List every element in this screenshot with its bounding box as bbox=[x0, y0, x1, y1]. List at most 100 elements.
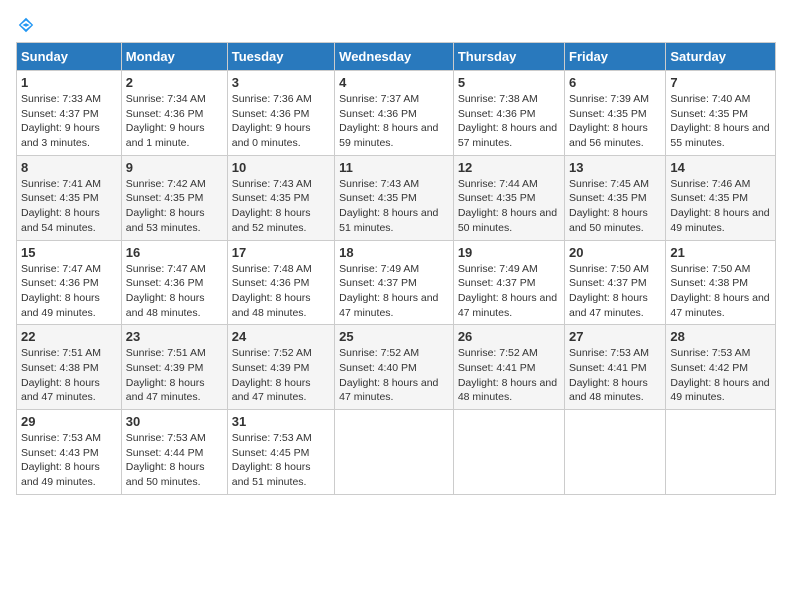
day-info: Sunrise: 7:50 AMSunset: 4:38 PMDaylight:… bbox=[670, 262, 771, 321]
day-info: Sunrise: 7:50 AMSunset: 4:37 PMDaylight:… bbox=[569, 262, 661, 321]
header-wednesday: Wednesday bbox=[335, 43, 454, 71]
day-number: 6 bbox=[569, 75, 661, 90]
day-info: Sunrise: 7:49 AMSunset: 4:37 PMDaylight:… bbox=[458, 262, 560, 321]
calendar-cell: 3Sunrise: 7:36 AMSunset: 4:36 PMDaylight… bbox=[227, 71, 334, 156]
day-info: Sunrise: 7:51 AMSunset: 4:38 PMDaylight:… bbox=[21, 346, 117, 405]
header-sunday: Sunday bbox=[17, 43, 122, 71]
day-info: Sunrise: 7:41 AMSunset: 4:35 PMDaylight:… bbox=[21, 177, 117, 236]
day-info: Sunrise: 7:49 AMSunset: 4:37 PMDaylight:… bbox=[339, 262, 449, 321]
day-info: Sunrise: 7:40 AMSunset: 4:35 PMDaylight:… bbox=[670, 92, 771, 151]
day-number: 11 bbox=[339, 160, 449, 175]
calendar-cell: 10 Sunrise: 7:43 AMSunset: 4:35 PMDayligh… bbox=[227, 155, 334, 240]
day-info: Sunrise: 7:39 AMSunset: 4:35 PMDaylight:… bbox=[569, 92, 661, 151]
day-info: Sunrise: 7:34 AMSunset: 4:36 PMDaylight:… bbox=[126, 92, 223, 151]
day-number: 2 bbox=[126, 75, 223, 90]
calendar-cell bbox=[666, 410, 776, 495]
day-info: Sunrise: 7:46 AMSunset: 4:35 PMDaylight:… bbox=[670, 177, 771, 236]
calendar-body: 1Sunrise: 7:33 AMSunset: 4:37 PMDaylight… bbox=[17, 71, 776, 495]
day-number: 22 bbox=[21, 329, 117, 344]
calendar-cell: 20 Sunrise: 7:50 AMSunset: 4:37 PMDayligh… bbox=[565, 240, 666, 325]
calendar-cell: 17 Sunrise: 7:48 AMSunset: 4:36 PMDayligh… bbox=[227, 240, 334, 325]
calendar-cell: 15Sunrise: 7:47 AMSunset: 4:36 PMDayligh… bbox=[17, 240, 122, 325]
day-info: Sunrise: 7:43 AMSunset: 4:35 PMDaylight:… bbox=[232, 177, 330, 236]
header-saturday: Saturday bbox=[666, 43, 776, 71]
day-number: 23 bbox=[126, 329, 223, 344]
day-info: Sunrise: 7:45 AMSunset: 4:35 PMDaylight:… bbox=[569, 177, 661, 236]
day-info: Sunrise: 7:47 AMSunset: 4:36 PMDaylight:… bbox=[126, 262, 223, 321]
calendar-cell: 18 Sunrise: 7:49 AMSunset: 4:37 PMDayligh… bbox=[335, 240, 454, 325]
header-tuesday: Tuesday bbox=[227, 43, 334, 71]
logo-icon bbox=[17, 16, 35, 34]
day-number: 13 bbox=[569, 160, 661, 175]
week-row-1: 1Sunrise: 7:33 AMSunset: 4:37 PMDaylight… bbox=[17, 71, 776, 156]
calendar-cell: 16 Sunrise: 7:47 AMSunset: 4:36 PMDayligh… bbox=[121, 240, 227, 325]
day-number: 14 bbox=[670, 160, 771, 175]
calendar-cell bbox=[565, 410, 666, 495]
header-monday: Monday bbox=[121, 43, 227, 71]
day-number: 12 bbox=[458, 160, 560, 175]
day-info: Sunrise: 7:53 AMSunset: 4:41 PMDaylight:… bbox=[569, 346, 661, 405]
day-number: 5 bbox=[458, 75, 560, 90]
day-number: 18 bbox=[339, 245, 449, 260]
day-number: 7 bbox=[670, 75, 771, 90]
day-number: 19 bbox=[458, 245, 560, 260]
day-number: 27 bbox=[569, 329, 661, 344]
calendar-cell: 14 Sunrise: 7:46 AMSunset: 4:35 PMDayligh… bbox=[666, 155, 776, 240]
calendar-cell: 21 Sunrise: 7:50 AMSunset: 4:38 PMDayligh… bbox=[666, 240, 776, 325]
day-number: 28 bbox=[670, 329, 771, 344]
calendar-cell: 25 Sunrise: 7:52 AMSunset: 4:40 PMDayligh… bbox=[335, 325, 454, 410]
calendar-cell: 13 Sunrise: 7:45 AMSunset: 4:35 PMDayligh… bbox=[565, 155, 666, 240]
calendar-cell: 31Sunrise: 7:53 AMSunset: 4:45 PMDayligh… bbox=[227, 410, 334, 495]
day-number: 9 bbox=[126, 160, 223, 175]
calendar-cell: 12 Sunrise: 7:44 AMSunset: 4:35 PMDayligh… bbox=[453, 155, 564, 240]
day-info: Sunrise: 7:36 AMSunset: 4:36 PMDaylight:… bbox=[232, 92, 330, 151]
calendar-cell: 5 Sunrise: 7:38 AMSunset: 4:36 PMDaylight… bbox=[453, 71, 564, 156]
calendar-cell: 9Sunrise: 7:42 AMSunset: 4:35 PMDaylight… bbox=[121, 155, 227, 240]
calendar-cell: 8Sunrise: 7:41 AMSunset: 4:35 PMDaylight… bbox=[17, 155, 122, 240]
calendar-cell: 29 Sunrise: 7:53 AMSunset: 4:43 PMDayligh… bbox=[17, 410, 122, 495]
day-info: Sunrise: 7:44 AMSunset: 4:35 PMDaylight:… bbox=[458, 177, 560, 236]
day-info: Sunrise: 7:52 AMSunset: 4:39 PMDaylight:… bbox=[232, 346, 330, 405]
calendar-cell: 26Sunrise: 7:52 AMSunset: 4:41 PMDayligh… bbox=[453, 325, 564, 410]
calendar-cell: 27 Sunrise: 7:53 AMSunset: 4:41 PMDayligh… bbox=[565, 325, 666, 410]
day-number: 20 bbox=[569, 245, 661, 260]
day-number: 25 bbox=[339, 329, 449, 344]
week-row-4: 22 Sunrise: 7:51 AMSunset: 4:38 PMDayligh… bbox=[17, 325, 776, 410]
day-number: 4 bbox=[339, 75, 449, 90]
day-info: Sunrise: 7:38 AMSunset: 4:36 PMDaylight:… bbox=[458, 92, 560, 151]
day-number: 24 bbox=[232, 329, 330, 344]
calendar-cell: 28 Sunrise: 7:53 AMSunset: 4:42 PMDayligh… bbox=[666, 325, 776, 410]
day-number: 30 bbox=[126, 414, 223, 429]
week-row-3: 15Sunrise: 7:47 AMSunset: 4:36 PMDayligh… bbox=[17, 240, 776, 325]
day-number: 16 bbox=[126, 245, 223, 260]
calendar-cell: 24 Sunrise: 7:52 AMSunset: 4:39 PMDayligh… bbox=[227, 325, 334, 410]
day-info: Sunrise: 7:47 AMSunset: 4:36 PMDaylight:… bbox=[21, 262, 117, 321]
day-number: 29 bbox=[21, 414, 117, 429]
day-number: 21 bbox=[670, 245, 771, 260]
day-info: Sunrise: 7:37 AMSunset: 4:36 PMDaylight:… bbox=[339, 92, 449, 151]
calendar-cell: 22 Sunrise: 7:51 AMSunset: 4:38 PMDayligh… bbox=[17, 325, 122, 410]
day-info: Sunrise: 7:33 AMSunset: 4:37 PMDaylight:… bbox=[21, 92, 117, 151]
day-info: Sunrise: 7:53 AMSunset: 4:43 PMDaylight:… bbox=[21, 431, 117, 490]
calendar-cell: 30Sunrise: 7:53 AMSunset: 4:44 PMDayligh… bbox=[121, 410, 227, 495]
calendar-cell bbox=[453, 410, 564, 495]
week-row-5: 29 Sunrise: 7:53 AMSunset: 4:43 PMDayligh… bbox=[17, 410, 776, 495]
day-number: 26 bbox=[458, 329, 560, 344]
day-info: Sunrise: 7:43 AMSunset: 4:35 PMDaylight:… bbox=[339, 177, 449, 236]
page-header bbox=[16, 16, 776, 34]
header-friday: Friday bbox=[565, 43, 666, 71]
day-number: 17 bbox=[232, 245, 330, 260]
day-number: 31 bbox=[232, 414, 330, 429]
day-info: Sunrise: 7:48 AMSunset: 4:36 PMDaylight:… bbox=[232, 262, 330, 321]
calendar-cell: 23Sunrise: 7:51 AMSunset: 4:39 PMDayligh… bbox=[121, 325, 227, 410]
calendar-cell: 19 Sunrise: 7:49 AMSunset: 4:37 PMDayligh… bbox=[453, 240, 564, 325]
header-thursday: Thursday bbox=[453, 43, 564, 71]
calendar-cell: 7 Sunrise: 7:40 AMSunset: 4:35 PMDaylight… bbox=[666, 71, 776, 156]
day-info: Sunrise: 7:52 AMSunset: 4:40 PMDaylight:… bbox=[339, 346, 449, 405]
calendar-cell: 11 Sunrise: 7:43 AMSunset: 4:35 PMDayligh… bbox=[335, 155, 454, 240]
day-info: Sunrise: 7:53 AMSunset: 4:42 PMDaylight:… bbox=[670, 346, 771, 405]
logo bbox=[16, 16, 35, 34]
day-number: 10 bbox=[232, 160, 330, 175]
calendar-cell bbox=[335, 410, 454, 495]
calendar-cell: 4 Sunrise: 7:37 AMSunset: 4:36 PMDaylight… bbox=[335, 71, 454, 156]
